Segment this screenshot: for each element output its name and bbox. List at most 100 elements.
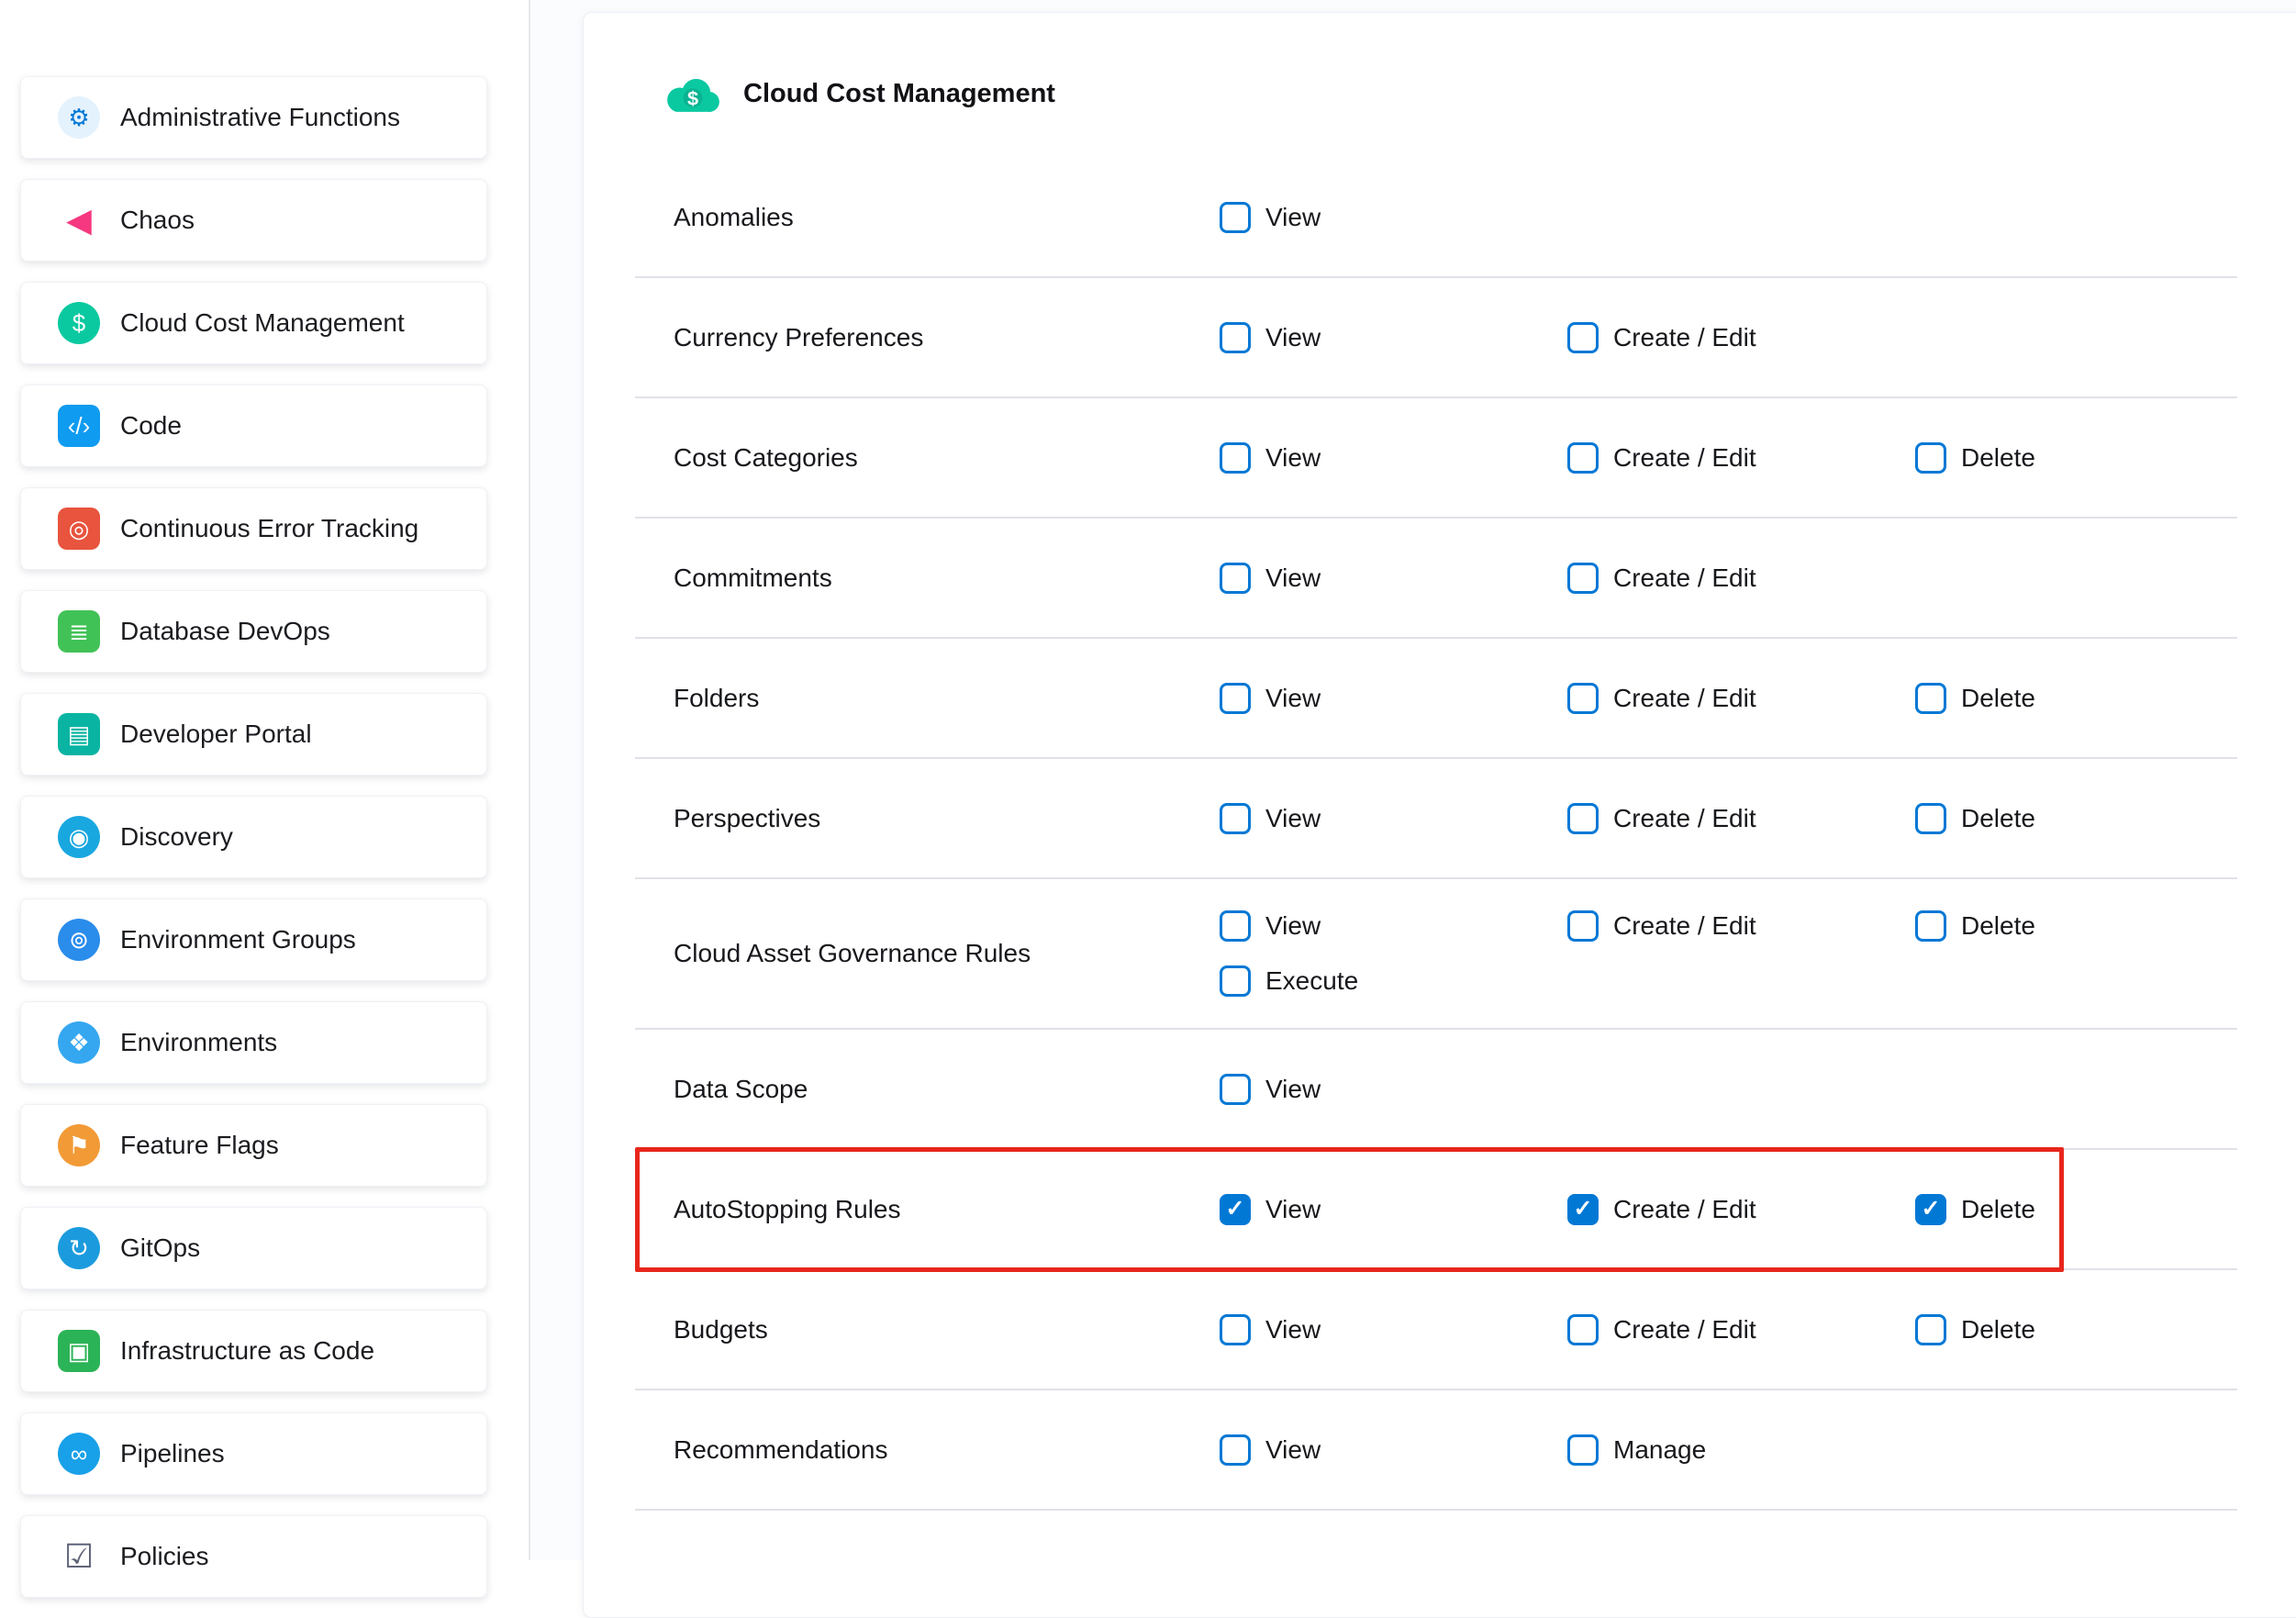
permission-view[interactable]: View: [1220, 910, 1567, 942]
permission-create-edit[interactable]: Create / Edit: [1567, 322, 1915, 353]
unchecked-checkbox[interactable]: [1220, 965, 1251, 997]
permission-view[interactable]: View: [1220, 803, 1567, 834]
unchecked-checkbox[interactable]: [1220, 1434, 1251, 1466]
permission-label: View: [1265, 911, 1321, 941]
permission-manage[interactable]: Manage: [1567, 1434, 1915, 1466]
sidebar-item-cloud-cost-management[interactable]: $Cloud Cost Management: [20, 282, 487, 364]
permission-delete[interactable]: Delete: [1915, 910, 2263, 942]
unchecked-checkbox[interactable]: [1220, 1314, 1251, 1345]
sidebar-item-label: Cloud Cost Management: [120, 308, 405, 338]
sidebar-item-chaos[interactable]: ◀Chaos: [20, 179, 487, 262]
sidebar-item-feature-flags[interactable]: ⚑Feature Flags: [20, 1104, 487, 1187]
checked-checkbox[interactable]: [1915, 1194, 1946, 1225]
sidebar-item-gitops[interactable]: ↻GitOps: [20, 1207, 487, 1289]
unchecked-checkbox[interactable]: [1915, 803, 1946, 834]
permission-delete[interactable]: Delete: [1915, 803, 2263, 834]
permission-view[interactable]: View: [1220, 322, 1567, 353]
sidebar-item-label: Infrastructure as Code: [120, 1336, 374, 1366]
permission-create-edit[interactable]: Create / Edit: [1567, 563, 1915, 594]
permission-create-edit[interactable]: Create / Edit: [1567, 910, 1915, 942]
unchecked-checkbox[interactable]: [1220, 442, 1251, 474]
unchecked-checkbox[interactable]: [1915, 910, 1946, 942]
permission-label: Create / Edit: [1613, 1195, 1756, 1224]
sidebar-item-pipelines[interactable]: ∞Pipelines: [20, 1412, 487, 1495]
unchecked-checkbox[interactable]: [1915, 442, 1946, 474]
permission-create-edit[interactable]: Create / Edit: [1567, 803, 1915, 834]
error-tracking-icon: ◎: [58, 508, 100, 550]
permission-label: View: [1265, 443, 1321, 473]
sidebar-item-label: Environment Groups: [120, 925, 356, 954]
permission-create-edit[interactable]: Create / Edit: [1567, 1194, 1915, 1225]
permissions-table: AnomaliesViewCurrency PreferencesViewCre…: [635, 158, 2237, 1511]
permission-delete[interactable]: Delete: [1915, 1194, 2263, 1225]
unchecked-checkbox[interactable]: [1567, 442, 1599, 474]
sidebar-item-developer-portal[interactable]: ▤Developer Portal: [20, 693, 487, 776]
unchecked-checkbox[interactable]: [1567, 803, 1599, 834]
unchecked-checkbox[interactable]: [1220, 322, 1251, 353]
sidebar-item-label: Code: [120, 411, 182, 441]
permission-view[interactable]: View: [1220, 1074, 1567, 1105]
unchecked-checkbox[interactable]: [1915, 683, 1946, 714]
gitops-icon: ↻: [58, 1227, 100, 1269]
permission-delete[interactable]: Delete: [1915, 683, 2263, 714]
permission-view[interactable]: View: [1220, 1194, 1567, 1225]
permission-view[interactable]: View: [1220, 1434, 1567, 1466]
unchecked-checkbox[interactable]: [1220, 1074, 1251, 1105]
sidebar-item-label: Environments: [120, 1028, 277, 1057]
permission-execute[interactable]: Execute: [1220, 965, 1567, 997]
permission-create-edit[interactable]: Create / Edit: [1567, 442, 1915, 474]
permission-label: Create / Edit: [1613, 804, 1756, 833]
permission-create-edit[interactable]: Create / Edit: [1567, 683, 1915, 714]
sidebar-item-label: Continuous Error Tracking: [120, 514, 418, 543]
permission-create-edit[interactable]: Create / Edit: [1567, 1314, 1915, 1345]
permission-view[interactable]: View: [1220, 683, 1567, 714]
unchecked-checkbox[interactable]: [1567, 563, 1599, 594]
permission-label: View: [1265, 1315, 1321, 1345]
sidebar-item-continuous-error-tracking[interactable]: ◎ Continuous Error Tracking: [20, 487, 487, 570]
permission-label: View: [1265, 1435, 1321, 1465]
permission-view[interactable]: View: [1220, 563, 1567, 594]
unchecked-checkbox[interactable]: [1567, 322, 1599, 353]
sidebar-item-database-devops[interactable]: ≣Database DevOps: [20, 590, 487, 673]
iac-icon: ▣: [58, 1330, 100, 1372]
page-title: Cloud Cost Management: [743, 79, 1055, 109]
feature-flags-icon: ⚑: [58, 1124, 100, 1166]
resource-label: Cloud Asset Governance Rules: [635, 939, 1220, 968]
sidebar-item-environments[interactable]: ❖ Environments: [20, 1001, 487, 1084]
permission-delete[interactable]: Delete: [1915, 442, 2263, 474]
environments-icon: ❖: [58, 1021, 100, 1064]
sidebar-item-label: Chaos: [120, 206, 195, 235]
unchecked-checkbox[interactable]: [1567, 1314, 1599, 1345]
sidebar-item-label: Database DevOps: [120, 617, 330, 646]
permission-options: View Create / EditDelete: [1220, 1283, 2263, 1377]
permission-view[interactable]: View: [1220, 202, 1567, 233]
unchecked-checkbox[interactable]: [1220, 803, 1251, 834]
unchecked-checkbox[interactable]: [1220, 910, 1251, 942]
sidebar-item-discovery[interactable]: ◉Discovery: [20, 796, 487, 878]
discovery-icon: ◉: [58, 816, 100, 858]
permission-label: View: [1265, 684, 1321, 713]
sidebar-item-administrative-functions[interactable]: ⚙Administrative Functions: [20, 76, 487, 159]
permission-label: View: [1265, 564, 1321, 593]
checked-checkbox[interactable]: [1567, 1194, 1599, 1225]
permission-view[interactable]: View: [1220, 1314, 1567, 1345]
sidebar-item-code[interactable]: ‹/›Code: [20, 385, 487, 467]
unchecked-checkbox[interactable]: [1567, 1434, 1599, 1466]
permission-delete[interactable]: Delete: [1915, 1314, 2263, 1345]
permission-view[interactable]: View: [1220, 442, 1567, 474]
permission-row-anomalies: AnomaliesView: [635, 158, 2237, 278]
unchecked-checkbox[interactable]: [1220, 563, 1251, 594]
permission-label: View: [1265, 804, 1321, 833]
sidebar-item-policies[interactable]: ☑Policies: [20, 1515, 487, 1598]
sidebar-item-environment-groups[interactable]: ⊚Environment Groups: [20, 898, 487, 981]
unchecked-checkbox[interactable]: [1915, 1314, 1946, 1345]
unchecked-checkbox[interactable]: [1567, 910, 1599, 942]
unchecked-checkbox[interactable]: [1220, 683, 1251, 714]
unchecked-checkbox[interactable]: [1220, 202, 1251, 233]
permission-label: View: [1265, 1075, 1321, 1104]
sidebar-item-infrastructure-as-code[interactable]: ▣ Infrastructure as Code: [20, 1310, 487, 1392]
permission-label: Create / Edit: [1613, 323, 1756, 352]
unchecked-checkbox[interactable]: [1567, 683, 1599, 714]
permission-label: Create / Edit: [1613, 443, 1756, 473]
checked-checkbox[interactable]: [1220, 1194, 1251, 1225]
